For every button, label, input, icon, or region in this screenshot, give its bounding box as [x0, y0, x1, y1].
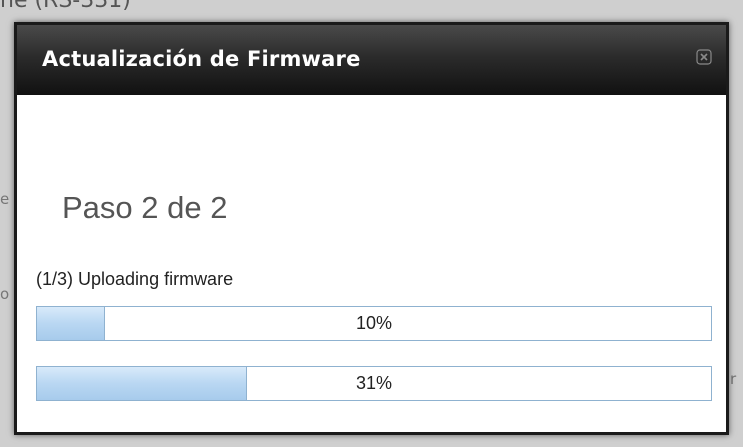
- step-indicator: Paso 2 de 2: [62, 190, 228, 225]
- progress-bar-label: 10%: [355, 313, 393, 333]
- progress-bar-label: 31%: [355, 373, 393, 393]
- progress-bar: 31%: [36, 366, 712, 401]
- background-fragment: e: [0, 190, 10, 208]
- dialog-title: Actualización de Firmware: [42, 47, 361, 71]
- upload-status-text: (1/3) Uploading firmware: [36, 269, 234, 289]
- progress-bar: 10%: [36, 306, 712, 341]
- close-icon[interactable]: [696, 49, 712, 65]
- background-heading-fragment: ne (RS-331): [0, 0, 131, 13]
- background-fragment: r: [730, 370, 737, 388]
- background-fragment: o: [0, 285, 10, 303]
- firmware-update-dialog: Actualización de Firmware Paso 2 de 2 (1…: [14, 22, 729, 435]
- dialog-titlebar: Actualización de Firmware: [17, 25, 726, 95]
